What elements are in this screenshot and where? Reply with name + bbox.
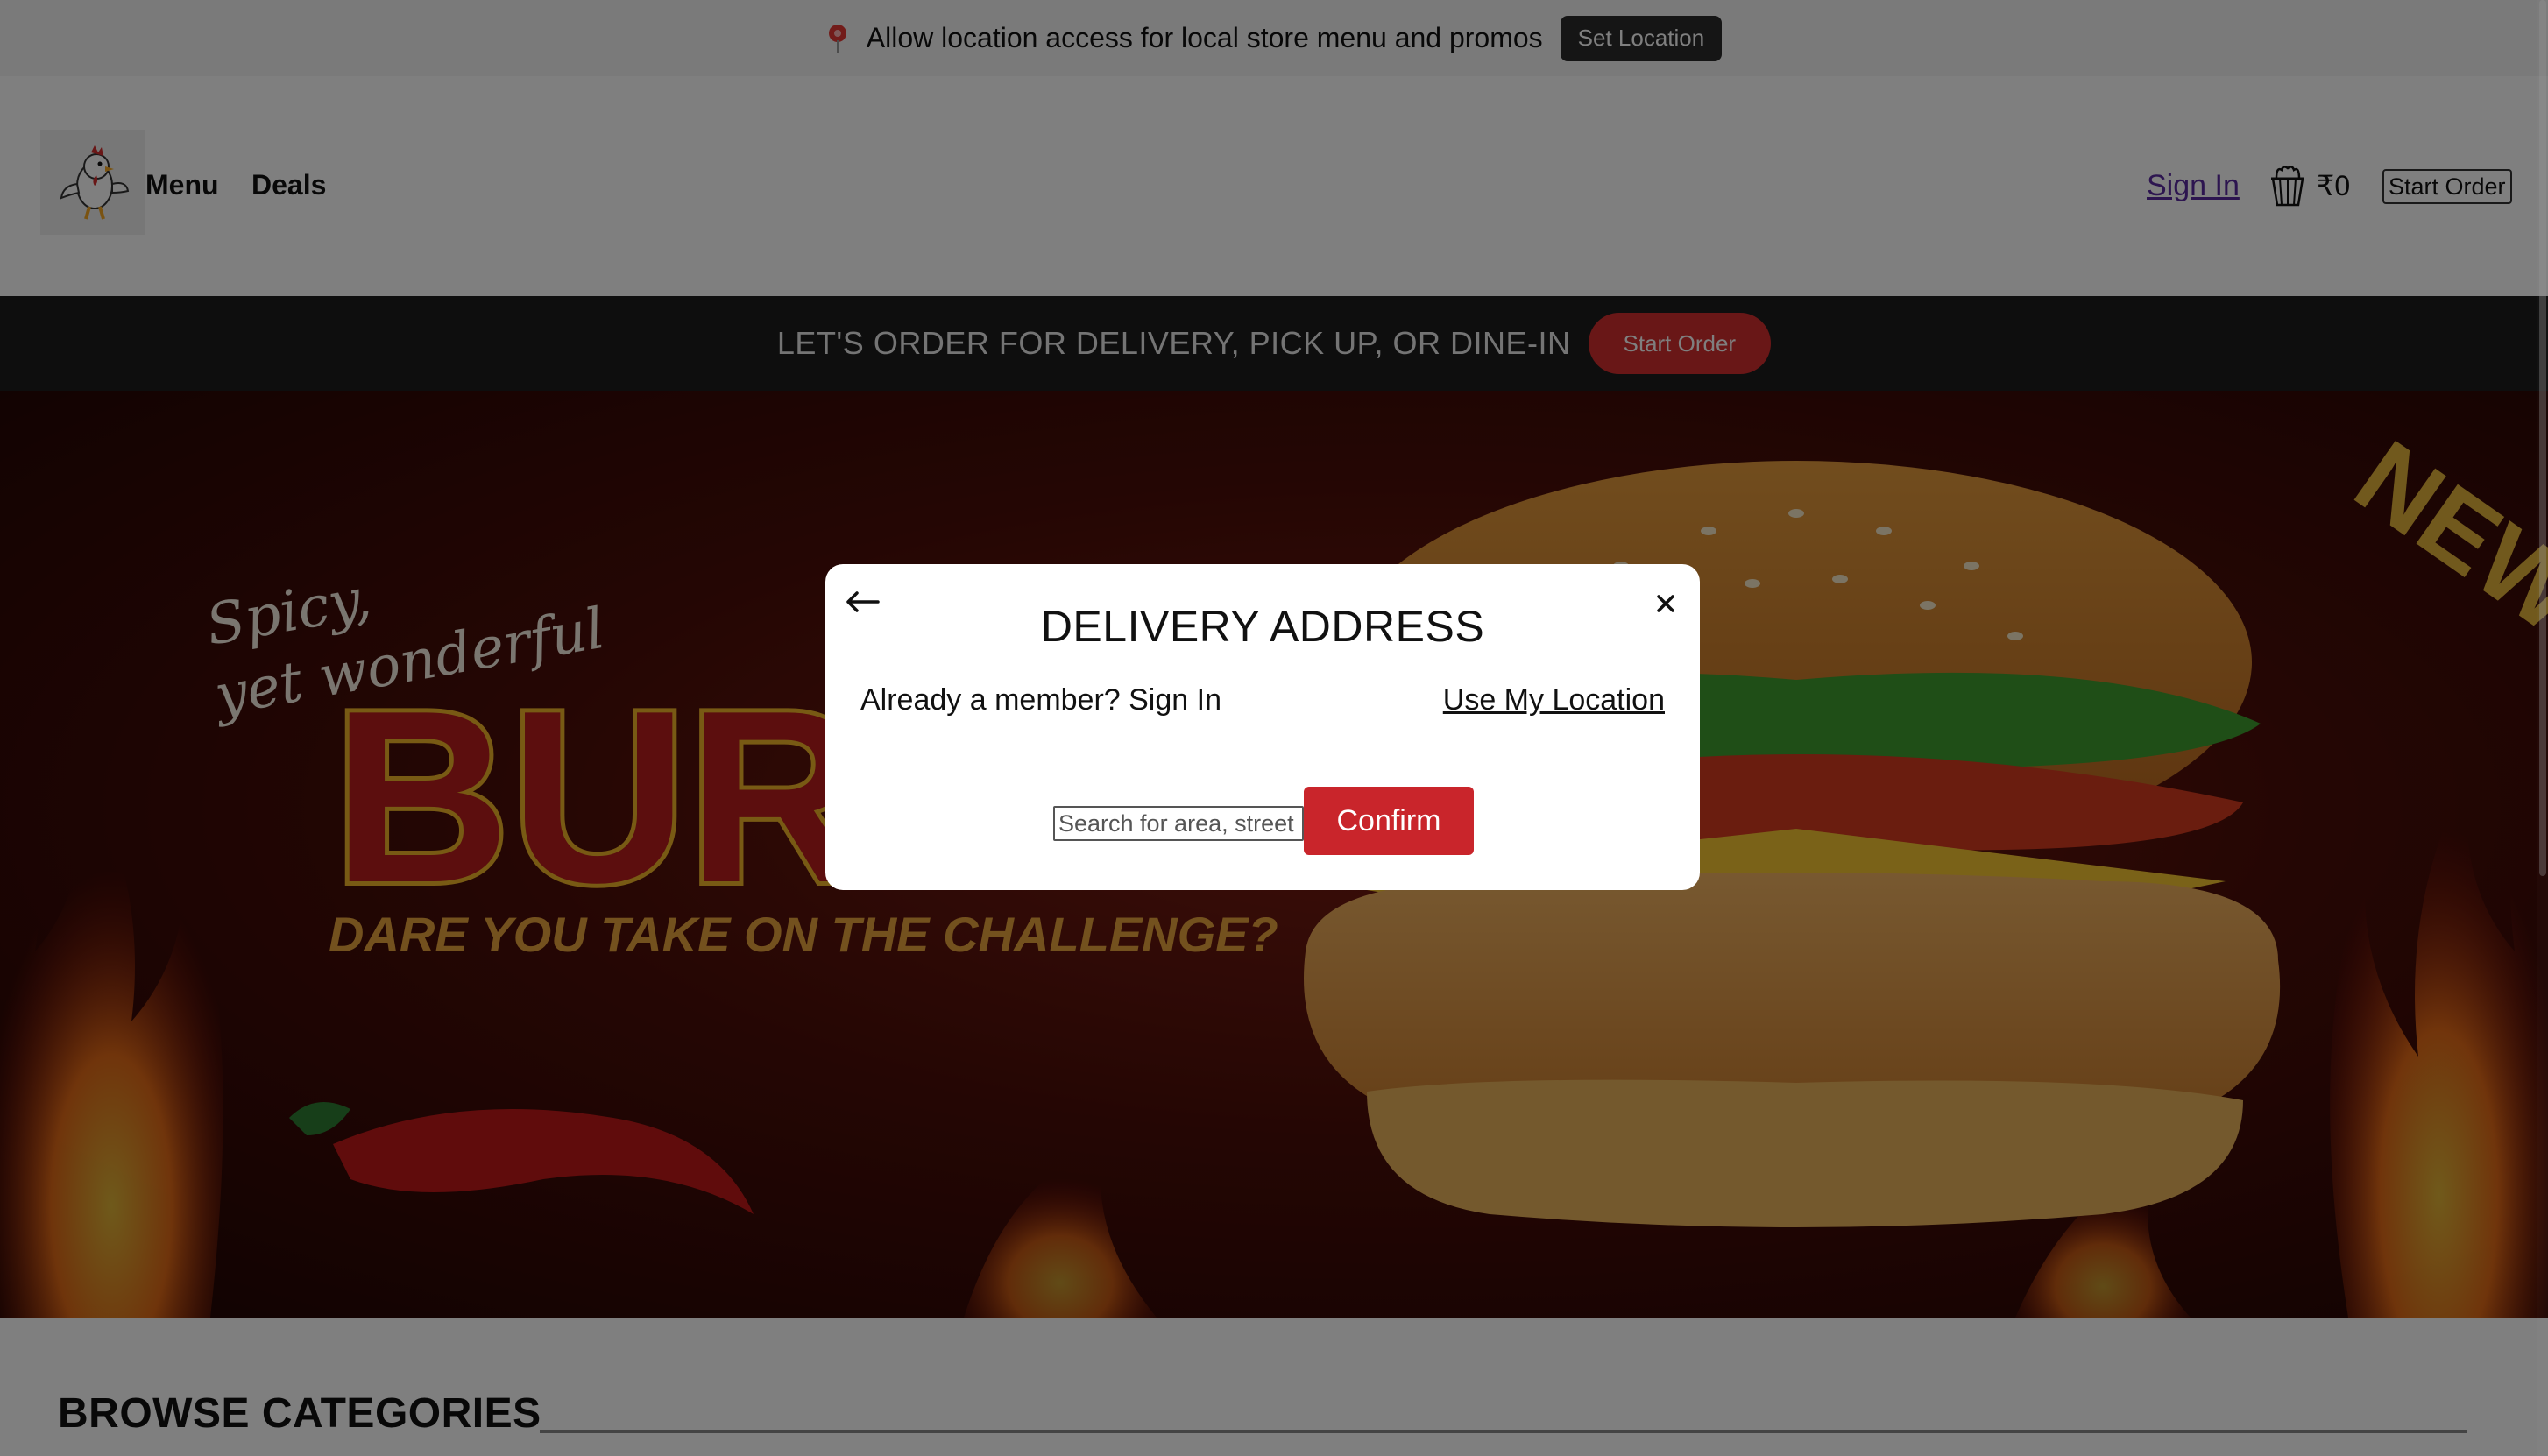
address-search-input[interactable]: [1053, 806, 1304, 841]
delivery-address-modal: DELIVERY ADDRESS Already a member? Sign …: [825, 564, 1700, 890]
modal-title: DELIVERY ADDRESS: [1040, 602, 1485, 651]
page: Allow location access for local store me…: [0, 0, 2548, 1456]
confirm-button[interactable]: Confirm: [1304, 787, 1474, 855]
use-my-location-link[interactable]: Use My Location: [1443, 683, 1665, 717]
page-scrollbar-thumb[interactable]: [2539, 0, 2546, 876]
member-sign-in-text[interactable]: Already a member? Sign In: [860, 683, 1221, 717]
page-scrollbar[interactable]: [2537, 0, 2548, 1456]
